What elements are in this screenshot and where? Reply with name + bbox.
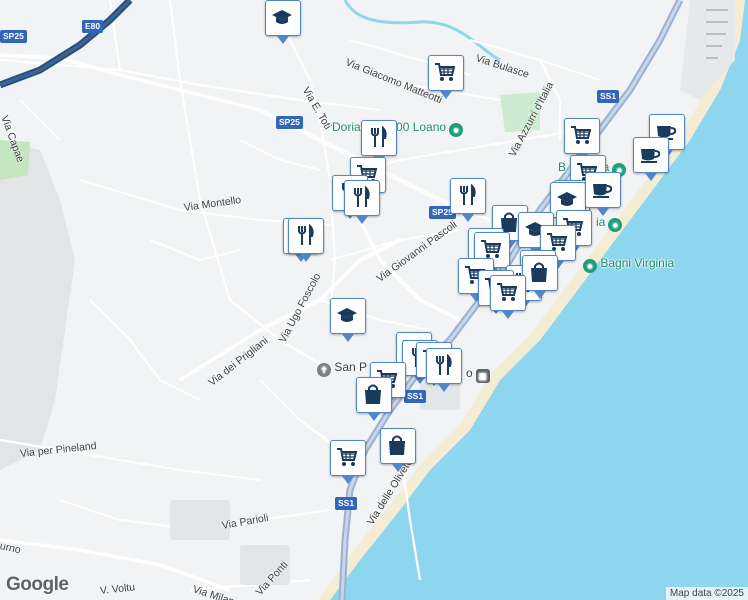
school-icon [272, 10, 292, 24]
grocery-icon [337, 448, 358, 466]
poi-label: o [466, 366, 473, 380]
shopping-icon [365, 384, 381, 404]
poi-label: ia [596, 215, 606, 229]
poi-station[interactable]: o ▣ [466, 366, 490, 383]
marker-shopping[interactable] [380, 428, 416, 472]
restaurant-icon [460, 184, 476, 205]
marker-shopping[interactable] [356, 377, 392, 421]
road-shield-ss1: SS1 [404, 390, 427, 403]
restaurant-icon [354, 186, 370, 207]
restaurant-icon [298, 224, 314, 245]
restaurant-icon [371, 126, 387, 147]
shopping-icon [389, 435, 405, 455]
restaurant-icon [436, 354, 452, 375]
shopping-icon [531, 262, 547, 282]
grocery-icon [497, 283, 518, 301]
road-shield-sp25: SP25 [0, 30, 27, 43]
church-icon: ✝ [317, 363, 331, 377]
marker-school[interactable] [265, 0, 301, 44]
marker-restaurant[interactable] [361, 120, 397, 164]
road-shield-sp25: SP25 [276, 116, 303, 129]
marker-school[interactable] [330, 298, 366, 342]
marker-grocery[interactable] [490, 275, 526, 319]
school-icon [337, 308, 357, 322]
marker-grocery[interactable] [330, 440, 366, 484]
poi-church[interactable]: ✝ San P [314, 360, 367, 377]
beach-icon: ● [608, 218, 623, 232]
map-canvas[interactable]: Via Bulasce Via Giacomo Matteotti Via E.… [0, 0, 748, 600]
poi-doria[interactable]: Doria Ro 2000 Loano● [332, 120, 464, 137]
marker-restaurant[interactable] [450, 178, 486, 222]
grocery-icon [435, 63, 456, 81]
train-station-icon: ▣ [475, 369, 490, 383]
poi-label: San P [334, 360, 368, 374]
marker-shopping[interactable] [522, 255, 558, 299]
grocery-icon [481, 240, 502, 258]
park-icon: ● [449, 123, 464, 137]
map-attribution[interactable]: Map data ©2025 [665, 587, 748, 600]
grocery-icon [571, 126, 592, 144]
poi-bagni[interactable]: ia ● [596, 215, 623, 232]
marker-restaurant[interactable] [344, 180, 380, 224]
marker-cafe[interactable] [585, 172, 621, 216]
marker-cafe[interactable] [633, 137, 669, 181]
road-shield-ss1: SS1 [597, 90, 620, 103]
road-shield-ss1: SS1 [335, 497, 358, 510]
poi-bagni-virginia[interactable]: ● Bagni Virginia [580, 256, 674, 273]
school-icon [557, 192, 577, 206]
cafe-icon [593, 184, 613, 198]
marker-grocery[interactable] [428, 55, 464, 99]
cafe-icon [641, 149, 661, 163]
road-shield-e80: E80 [82, 20, 104, 33]
beach-icon: ● [583, 259, 597, 273]
poi-label: Bagni Virginia [600, 256, 675, 270]
marker-restaurant[interactable] [288, 218, 324, 262]
marker-restaurant[interactable] [426, 348, 462, 392]
google-logo: Google [6, 574, 69, 595]
marker-grocery[interactable] [564, 118, 600, 162]
